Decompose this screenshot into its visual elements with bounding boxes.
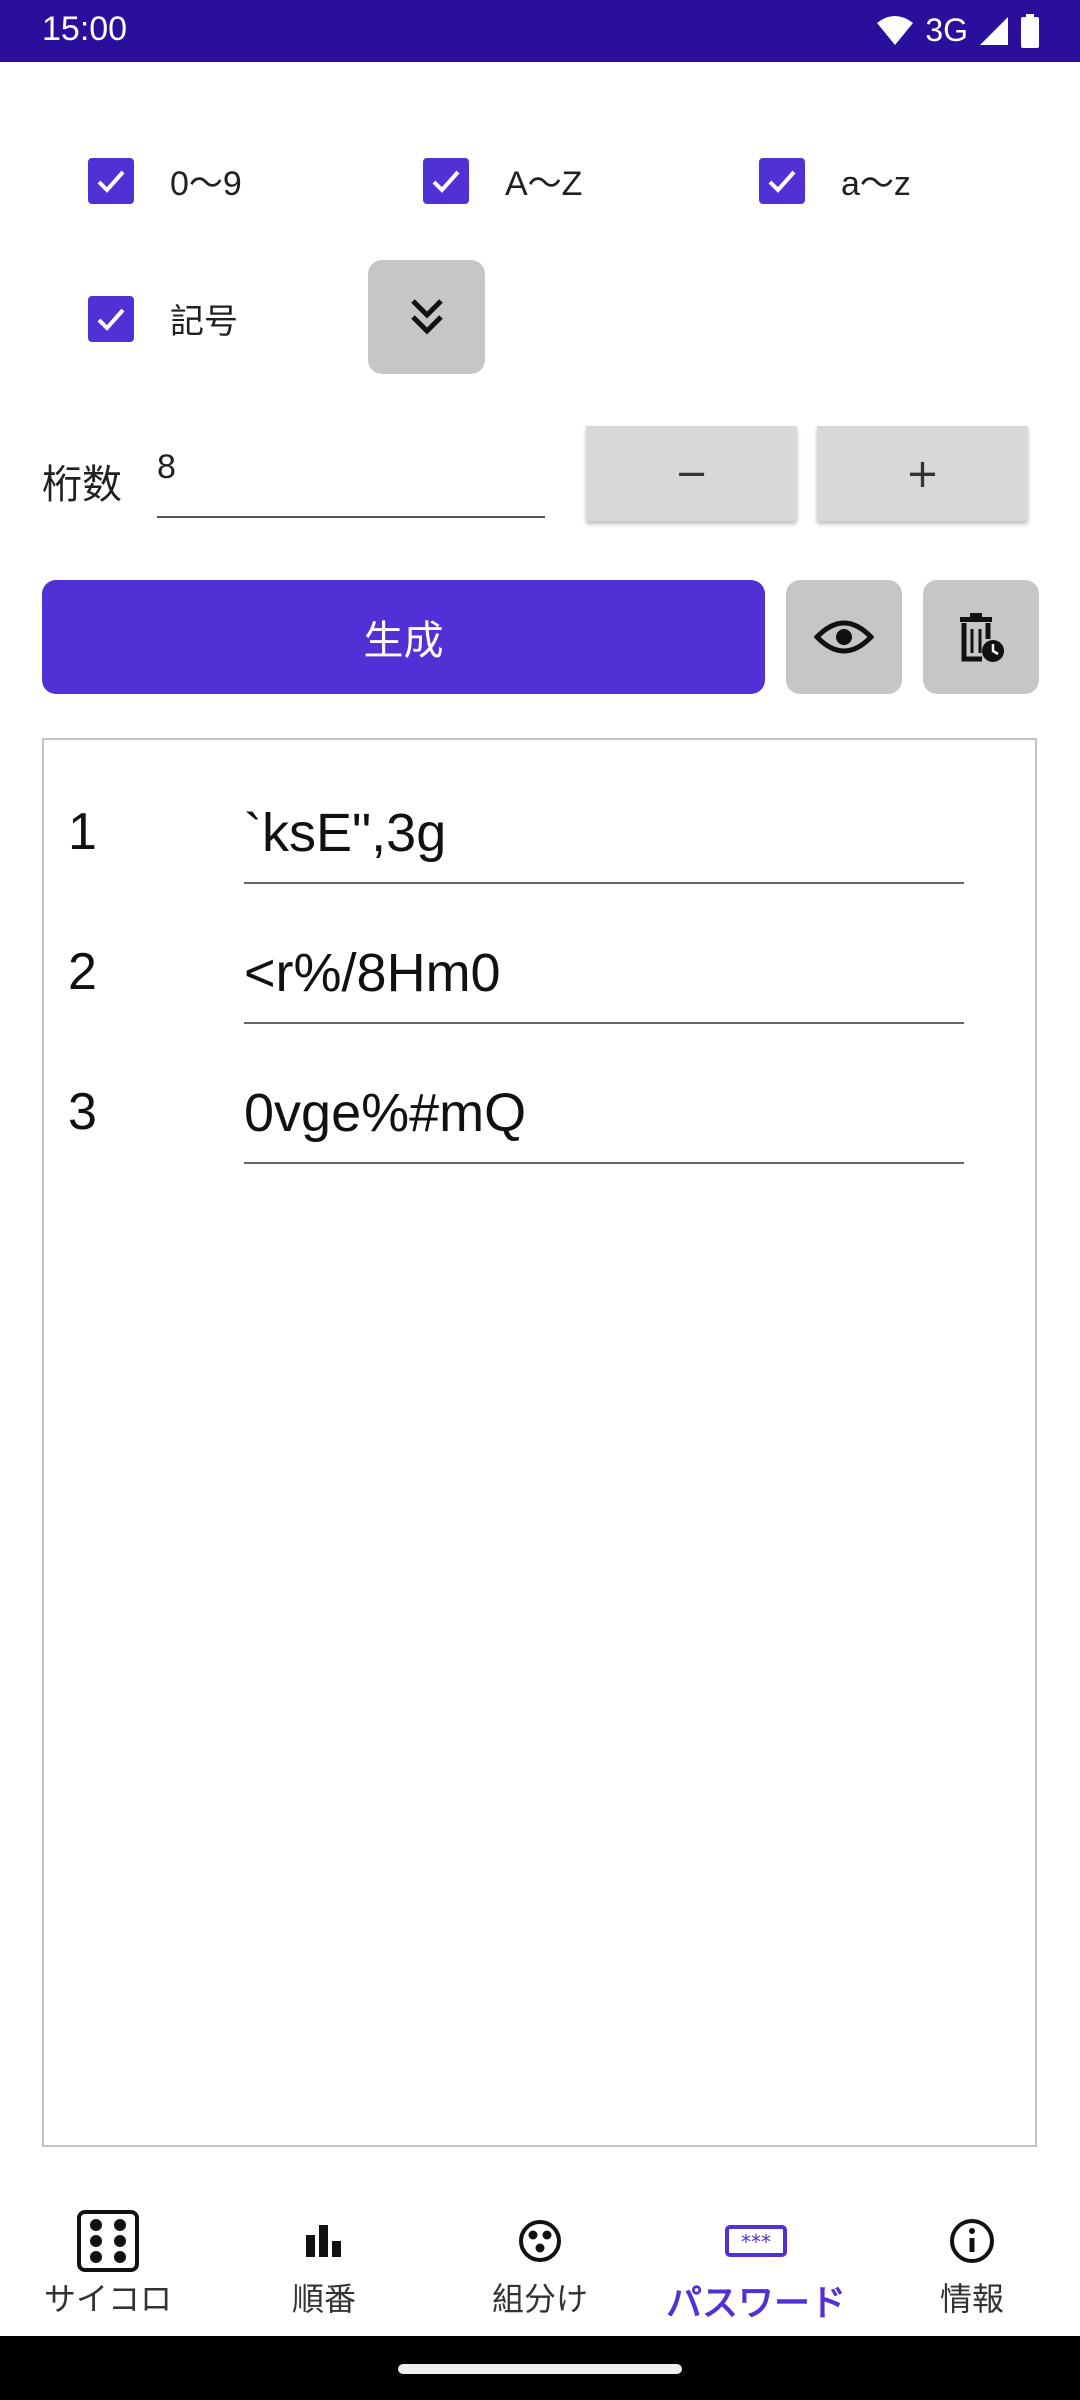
bottom-navigation: サイコロ 順番 組分け *** パスワード 情報: [0, 2180, 1080, 2336]
checkbox-checked-icon[interactable]: [88, 295, 134, 342]
status-icons: 3G: [875, 12, 1040, 49]
checkbox-checked-icon[interactable]: [423, 157, 469, 204]
nav-item-info[interactable]: 情報: [864, 2180, 1080, 2336]
checkbox-digits-label: 0〜9: [170, 165, 242, 203]
nav-label-password: パスワード: [665, 2283, 846, 2324]
checkbox-symbols-label: 記号: [170, 303, 238, 341]
system-navigation-bar: [0, 2336, 1080, 2400]
nav-label-group: 組分け: [491, 2280, 588, 2318]
network-type: 3G: [925, 12, 968, 48]
password-icon: ***: [724, 2210, 788, 2272]
expand-symbols-button[interactable]: [368, 260, 485, 374]
info-icon: [949, 2210, 995, 2272]
password-row: 1 `ksE",3g: [44, 762, 1035, 884]
svg-text:***: ***: [741, 2230, 771, 2254]
generate-button[interactable]: 生成: [42, 580, 765, 694]
password-index: 1: [68, 803, 97, 861]
password-value: <r%/8Hm0: [244, 943, 501, 1003]
toggle-visibility-button[interactable]: [786, 580, 902, 694]
wifi-icon: [875, 15, 915, 47]
password-index: 2: [68, 943, 97, 1001]
checkbox-lower[interactable]: a〜z: [759, 156, 911, 205]
password-list[interactable]: 1 `ksE",3g 2 <r%/8Hm0 3 0vge%#mQ: [42, 738, 1037, 2147]
password-field[interactable]: 0vge%#mQ: [244, 1062, 964, 1164]
password-value: 0vge%#mQ: [244, 1083, 527, 1143]
nav-item-group[interactable]: 組分け: [432, 2180, 648, 2336]
password-field[interactable]: `ksE",3g: [244, 782, 964, 884]
checkbox-lower-label: a〜z: [841, 165, 911, 203]
checkbox-digits[interactable]: 0〜9: [88, 156, 242, 205]
eye-icon: [814, 617, 874, 657]
password-row: 2 <r%/8Hm0: [44, 902, 1035, 1024]
delete-clock-icon: [956, 611, 1006, 663]
password-index: 3: [68, 1083, 97, 1141]
decrement-button[interactable]: −: [586, 426, 797, 521]
dice-icon: [76, 2210, 140, 2272]
checkbox-symbols[interactable]: 記号: [88, 294, 238, 343]
status-time: 15:00: [42, 10, 128, 48]
group-icon: [518, 2210, 562, 2272]
password-row: 3 0vge%#mQ: [44, 1042, 1035, 1164]
nav-label-dice: サイコロ: [43, 2280, 172, 2318]
password-field[interactable]: <r%/8Hm0: [244, 922, 964, 1024]
nav-label-info: 情報: [939, 2280, 1004, 2318]
checkbox-checked-icon[interactable]: [88, 157, 134, 204]
nav-item-dice[interactable]: サイコロ: [0, 2180, 216, 2336]
increment-button[interactable]: +: [817, 426, 1028, 521]
status-bar: 15:00 3G: [0, 0, 1080, 62]
nav-item-order[interactable]: 順番: [216, 2180, 432, 2336]
nav-item-password[interactable]: *** パスワード: [648, 2180, 864, 2336]
nav-label-order: 順番: [291, 2280, 356, 2318]
password-value: `ksE",3g: [244, 803, 447, 863]
length-label: 桁数: [42, 462, 122, 508]
length-input[interactable]: 8: [157, 440, 545, 518]
checkbox-upper-label: A〜Z: [505, 165, 583, 203]
home-gesture-handle[interactable]: [398, 2364, 682, 2374]
checkbox-checked-icon[interactable]: [759, 157, 805, 204]
bar-chart-icon: [304, 2210, 344, 2272]
length-value: 8: [157, 448, 176, 486]
battery-icon: [1020, 13, 1040, 48]
checkbox-upper[interactable]: A〜Z: [423, 156, 582, 205]
double-chevron-down-icon: [407, 295, 447, 339]
clear-history-button[interactable]: [923, 580, 1039, 694]
signal-icon: [978, 15, 1010, 47]
